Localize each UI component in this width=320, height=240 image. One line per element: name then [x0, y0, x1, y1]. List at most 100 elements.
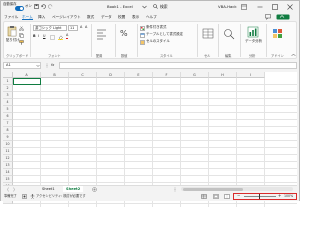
more-options-icon[interactable] [45, 63, 49, 68]
row-header[interactable]: 6 [3, 113, 13, 120]
row-header[interactable]: 7 [3, 120, 13, 127]
column-header[interactable]: H [209, 72, 237, 78]
row-header[interactable]: 13 [3, 162, 13, 169]
font-size-box[interactable]: 11 [68, 25, 78, 31]
row-header[interactable]: 1 [3, 78, 13, 85]
zoom-slider-thumb[interactable] [259, 194, 260, 199]
zoom-level[interactable]: 100% [284, 194, 293, 199]
collapse-ribbon-icon[interactable] [291, 53, 296, 57]
shrink-font-icon[interactable]: A [85, 25, 87, 30]
ribbon-separator [91, 24, 92, 57]
undo-icon[interactable] [41, 4, 46, 9]
grid-line [13, 175, 297, 176]
underline-icon[interactable]: U [43, 34, 45, 39]
sheet-tab-bar: Sheet1 Sheet2 [3, 185, 297, 193]
row-header[interactable]: 9 [3, 134, 13, 141]
row-header[interactable]: 10 [3, 141, 13, 148]
tab-file[interactable]: ファイル [4, 14, 18, 20]
zoom-in-button[interactable]: + [278, 193, 281, 198]
scrollbar-thumb[interactable] [183, 187, 243, 191]
search-label[interactable]: 検索 [160, 4, 168, 10]
row-header[interactable]: 4 [3, 99, 13, 106]
row-header[interactable]: 12 [3, 155, 13, 162]
alignment-icon[interactable] [96, 28, 112, 44]
font-color-icon[interactable]: A [66, 33, 69, 39]
cell-styles-icon[interactable] [140, 40, 145, 45]
close-icon[interactable] [287, 4, 293, 10]
page-layout-view-icon[interactable] [213, 194, 219, 199]
format-as-table-icon[interactable] [140, 33, 145, 38]
column-header[interactable]: G [181, 72, 209, 78]
zoom-slider[interactable] [244, 196, 276, 197]
tab-home[interactable]: ホーム [22, 14, 33, 20]
grid-line [13, 203, 297, 204]
paste-icon[interactable] [7, 25, 17, 37]
autosave-toggle[interactable] [15, 6, 24, 11]
chevron-down-icon[interactable] [142, 5, 147, 9]
search-icon[interactable] [153, 4, 158, 9]
cut-icon[interactable] [19, 26, 24, 31]
bold-icon[interactable]: B [33, 34, 36, 39]
tab-view[interactable]: 表示 [132, 14, 139, 20]
status-bar: 準備完了 アクセシビリティ: 検討が必要です − + 100% [1, 192, 299, 201]
share-icon[interactable] [276, 14, 290, 20]
editing-icon[interactable] [223, 28, 235, 40]
active-cell-a1[interactable] [13, 78, 41, 85]
insert-function-icon[interactable]: fx [51, 63, 54, 68]
column-header[interactable]: C [69, 72, 97, 78]
cells-icon[interactable] [202, 28, 214, 40]
format-as-table-button[interactable]: テーブルとして書式設定 [146, 32, 183, 37]
row-header[interactable]: 5 [3, 106, 13, 113]
column-header[interactable]: I [237, 72, 265, 78]
ribbon-display-options-icon[interactable] [241, 4, 247, 10]
grow-font-icon[interactable]: A [80, 25, 82, 30]
add-ins-icon[interactable] [272, 28, 284, 40]
tab-review[interactable]: 校閲 [118, 14, 125, 20]
column-header[interactable]: F [153, 72, 181, 78]
column-header[interactable]: D [97, 72, 125, 78]
normal-view-icon[interactable] [201, 194, 207, 199]
row-header[interactable]: 3 [3, 92, 13, 99]
paste-button-label[interactable]: 貼り付け [6, 38, 20, 43]
minimize-icon[interactable] [257, 4, 263, 10]
save-icon[interactable] [34, 4, 39, 9]
column-header[interactable]: B [41, 72, 69, 78]
fill-color-icon[interactable] [58, 35, 63, 40]
tab-page-layout[interactable]: ページレイアウト [52, 14, 81, 20]
row-header[interactable]: 2 [3, 85, 13, 92]
row-header[interactable]: 14 [3, 169, 13, 176]
row-header[interactable]: 15 [3, 176, 13, 183]
borders-icon[interactable] [50, 35, 55, 40]
formula-input[interactable] [59, 62, 297, 69]
column-header[interactable]: E [125, 72, 153, 78]
accessibility-icon[interactable] [30, 194, 35, 199]
data-analysis-icon[interactable] [247, 26, 259, 38]
conditional-formatting-icon[interactable] [140, 26, 145, 31]
maximize-icon[interactable] [272, 4, 278, 10]
macro-recording-icon[interactable] [22, 194, 27, 199]
comments-icon[interactable] [265, 14, 271, 20]
tab-formulas[interactable]: 数式 [87, 14, 94, 20]
user-name[interactable]: VBA-Hack [218, 4, 237, 10]
zoom-out-button[interactable]: − [237, 193, 240, 198]
row-header[interactable]: 11 [3, 148, 13, 155]
number-format-icon[interactable]: % [120, 28, 132, 40]
font-name-box[interactable]: 游ゴシック Light [33, 25, 67, 31]
horizontal-scrollbar[interactable] [181, 187, 293, 191]
accessibility-status[interactable]: アクセシビリティ: 検討が必要です [36, 194, 86, 199]
cell-styles-button[interactable]: セルのスタイル [146, 39, 170, 44]
redo-icon[interactable] [48, 4, 53, 9]
ribbon-separator [240, 24, 241, 57]
copy-icon[interactable] [19, 33, 24, 38]
tab-data[interactable]: データ [101, 14, 112, 20]
editing-group-label: 編集 [225, 54, 232, 58]
tab-help[interactable]: ヘルプ [146, 14, 157, 20]
tab-insert[interactable]: 挿入 [38, 14, 45, 20]
format-painter-icon[interactable] [19, 40, 24, 45]
italic-icon[interactable]: I [38, 34, 39, 39]
data-analysis-button[interactable]: データ分析 [245, 39, 262, 44]
conditional-formatting-button[interactable]: 条件付き書式 [146, 25, 166, 30]
row-header[interactable]: 8 [3, 127, 13, 134]
chevron-down-icon[interactable] [36, 64, 40, 68]
page-break-view-icon[interactable] [224, 194, 230, 199]
